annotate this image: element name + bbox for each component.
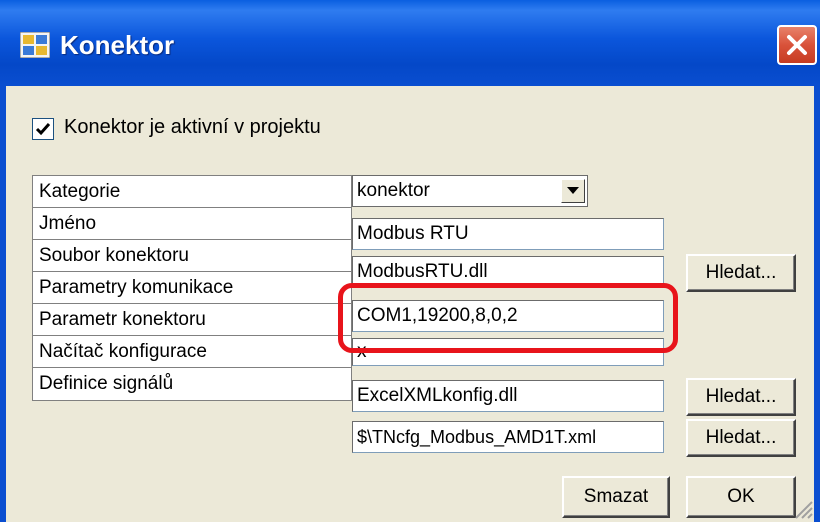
parametr-konektoru-input[interactable]: x	[352, 338, 664, 366]
kategorie-value: konektor	[357, 180, 430, 201]
window-frame-right	[814, 86, 820, 522]
label-parametry-komunikace: Parametry komunikace	[33, 272, 351, 304]
title-bar: Konektor	[0, 0, 820, 86]
active-checkbox-label[interactable]: Konektor je aktivní v projektu	[64, 116, 321, 139]
window-title: Konektor	[60, 30, 175, 60]
label-jmeno: Jméno	[33, 208, 351, 240]
nacitac-konfigurace-input[interactable]: ExcelXMLkonfig.dll	[352, 380, 664, 412]
property-grid: Kategorie Jméno Soubor konektoru Paramet…	[32, 175, 352, 401]
dropdown-button[interactable]	[561, 179, 585, 203]
label-soubor-konektoru: Soubor konektoru	[33, 240, 351, 272]
browse-nacitac-button[interactable]: Hledat...	[686, 378, 796, 416]
resize-grip-icon[interactable]	[790, 496, 814, 520]
checkmark-icon	[35, 123, 51, 136]
ok-button[interactable]: OK	[686, 476, 796, 518]
kategorie-select[interactable]: konektor	[352, 175, 588, 207]
jmeno-input[interactable]: Modbus RTU	[352, 218, 664, 250]
browse-soubor-button[interactable]: Hledat...	[686, 254, 796, 292]
close-button[interactable]	[777, 25, 817, 65]
browse-definice-button[interactable]: Hledat...	[686, 419, 796, 457]
definice-signalu-input[interactable]: $\TNcfg_Modbus_AMD1T.xml	[352, 421, 664, 453]
close-icon	[787, 35, 807, 55]
active-checkbox[interactable]	[32, 118, 54, 140]
parametry-komunikace-input[interactable]: COM1,19200,8,0,2	[352, 300, 664, 332]
label-kategorie: Kategorie	[33, 176, 351, 208]
label-definice-signalu: Definice signálů	[39, 373, 174, 394]
label-nacitac-konfigurace: Načítač konfigurace	[33, 336, 351, 368]
chevron-down-icon	[567, 187, 579, 194]
label-parametr-konektoru: Parametr konektoru	[33, 304, 351, 336]
app-icon	[19, 31, 51, 59]
soubor-konektoru-input[interactable]: ModbusRTU.dll	[352, 256, 664, 288]
delete-button[interactable]: Smazat	[562, 476, 670, 518]
